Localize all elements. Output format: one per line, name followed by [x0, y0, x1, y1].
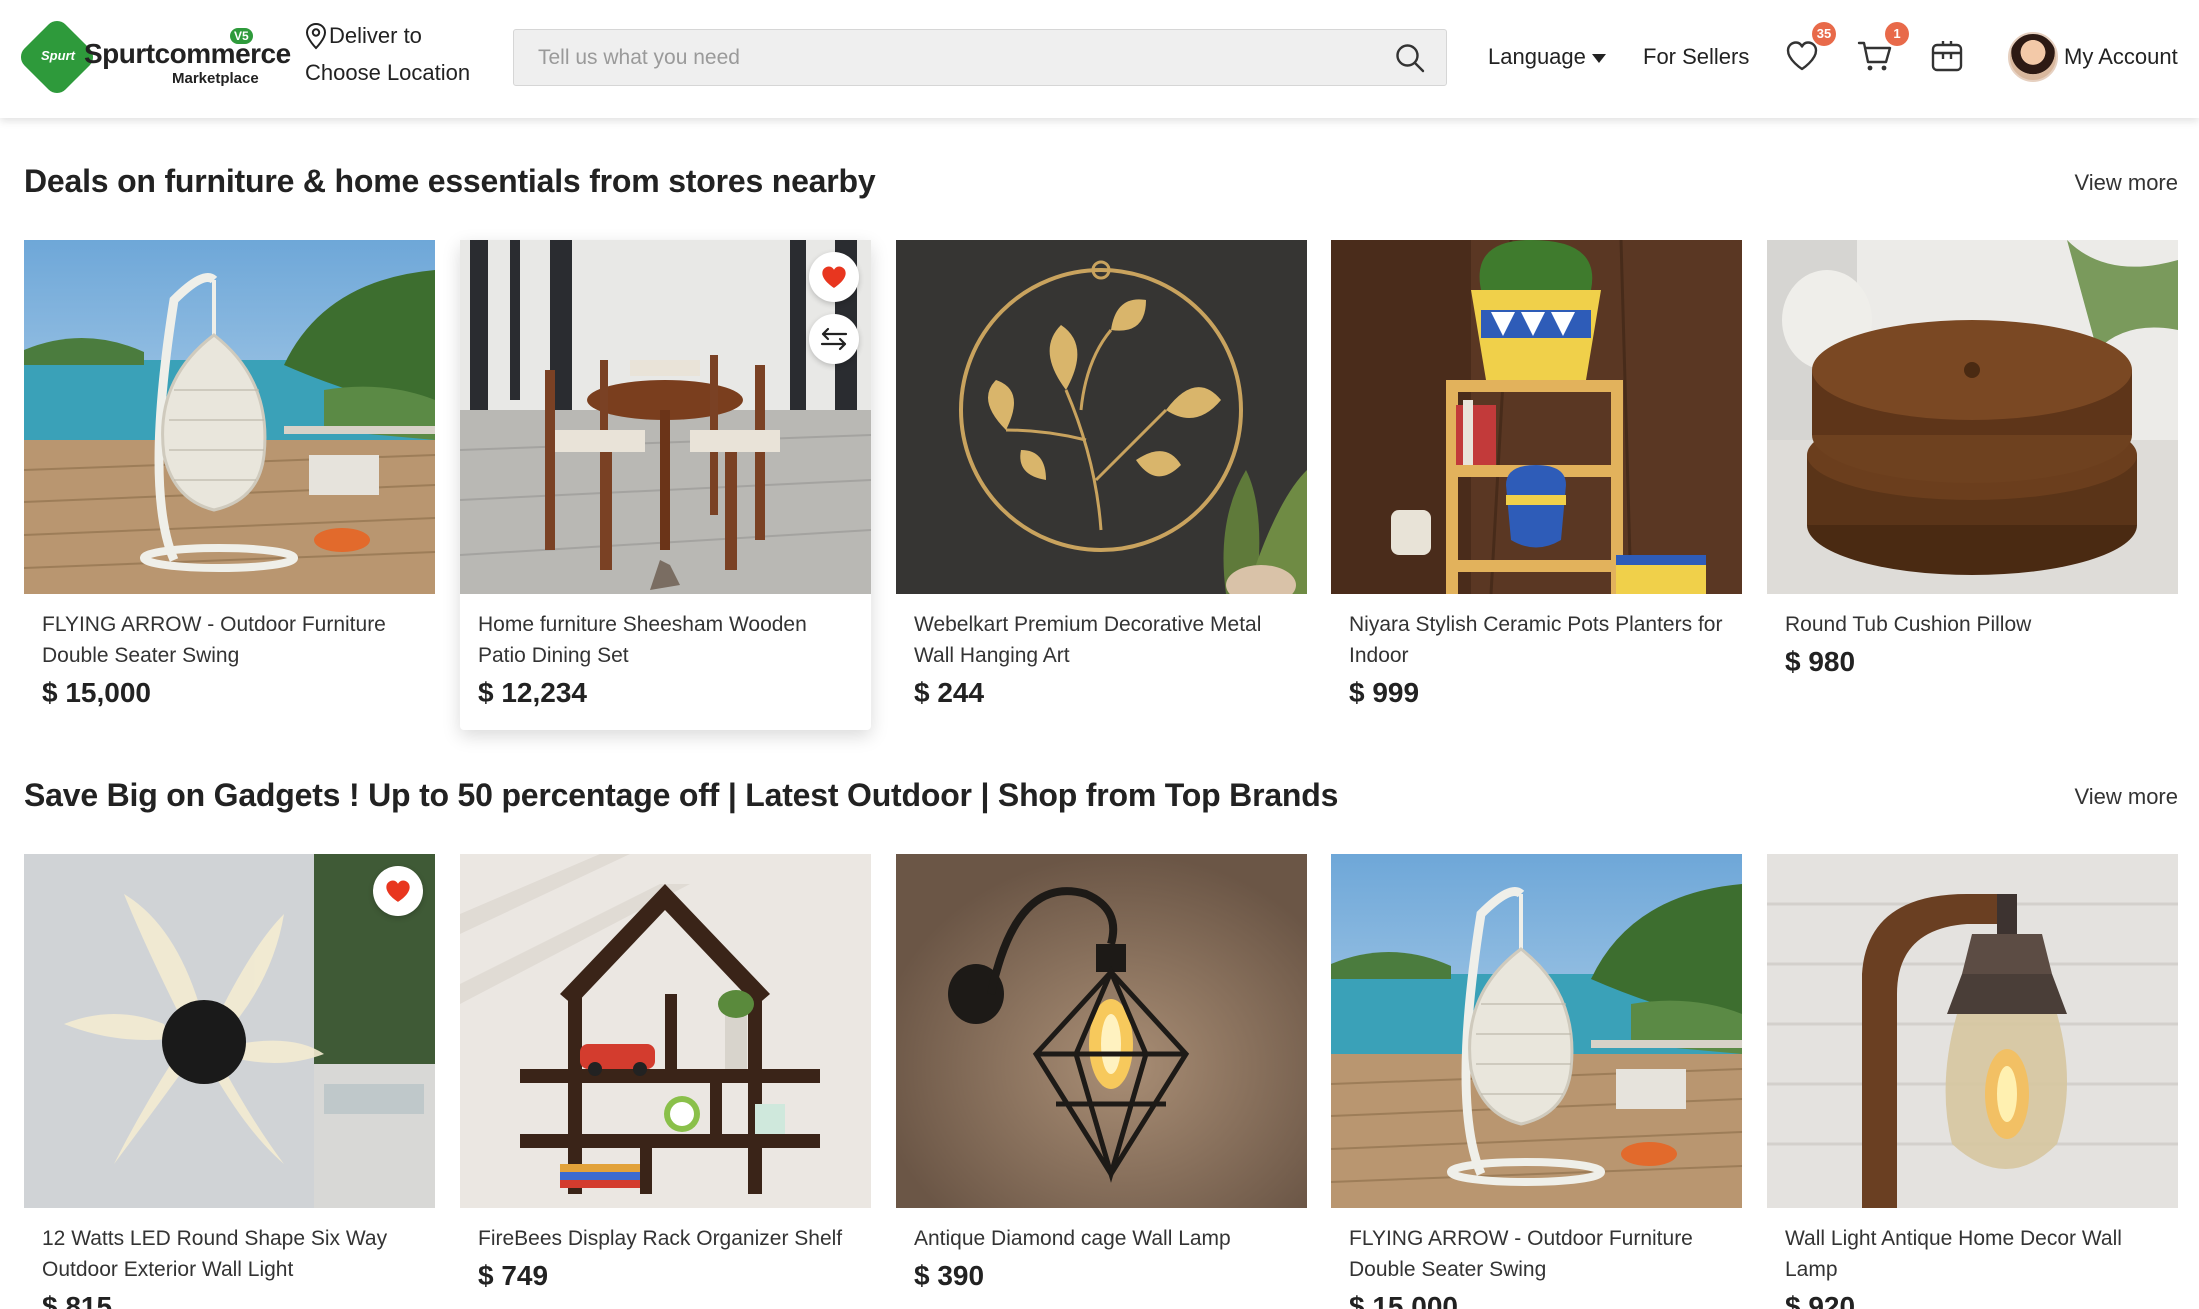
product-image-antique-lamp[interactable]: [1767, 854, 2178, 1208]
product-name[interactable]: FLYING ARROW - Outdoor Furniture Double …: [1349, 1223, 1729, 1285]
search-icon[interactable]: [1394, 42, 1426, 74]
cart-icon: [1857, 41, 1892, 71]
view-more-link[interactable]: View more: [2074, 170, 2178, 196]
product-image-house-shelf[interactable]: [460, 854, 871, 1208]
product-image-cushion[interactable]: [1767, 240, 2178, 594]
box-icon: [1931, 41, 1963, 72]
language-label: Language: [1488, 44, 1586, 69]
heart-icon: [1786, 41, 1818, 71]
product-price: $ 15,000: [1349, 1291, 1458, 1309]
product-image-led-light[interactable]: [24, 854, 435, 1208]
product-card[interactable]: 12 Watts LED Round Shape Six Way Outdoor…: [24, 854, 435, 1309]
deliver-location[interactable]: Deliver to Choose Location: [305, 22, 480, 86]
product-name[interactable]: Niyara Stylish Ceramic Pots Planters for…: [1349, 609, 1729, 671]
product-card[interactable]: Niyara Stylish Ceramic Pots Planters for…: [1331, 240, 1742, 730]
logo-name: Spurtcommerce: [84, 38, 291, 69]
view-more-link[interactable]: View more: [2074, 784, 2178, 810]
product-price: $ 15,000: [42, 677, 151, 708]
product-card[interactable]: Round Tub Cushion Pillow $ 980: [1767, 240, 2178, 730]
orders-button[interactable]: [1929, 38, 1965, 74]
product-card[interactable]: Webelkart Premium Decorative Metal Wall …: [896, 240, 1307, 730]
section-title-furniture: Deals on furniture & home essentials fro…: [24, 163, 876, 199]
wishlist-button[interactable]: 35: [1784, 22, 1836, 74]
product-name[interactable]: Webelkart Premium Decorative Metal Wall …: [914, 609, 1294, 671]
product-image-cage-lamp[interactable]: [896, 854, 1307, 1208]
language-dropdown[interactable]: Language: [1488, 44, 1606, 70]
product-name[interactable]: Wall Light Antique Home Decor Wall Lamp: [1785, 1223, 2165, 1285]
product-name[interactable]: Round Tub Cushion Pillow: [1785, 609, 2165, 640]
product-card[interactable]: FLYING ARROW - Outdoor Furniture Double …: [24, 240, 435, 730]
logo-version-badge: V5: [230, 28, 253, 44]
my-account-link[interactable]: My Account: [2064, 44, 2178, 70]
top-header: Spurt Spurtcommerce Marketplace V5 Deliv…: [0, 0, 2199, 118]
choose-location-link[interactable]: Choose Location: [305, 60, 480, 86]
product-card[interactable]: Antique Diamond cage Wall Lamp $ 390: [896, 854, 1307, 1309]
product-price: $ 999: [1349, 677, 1420, 708]
product-price: $ 390: [914, 1260, 985, 1291]
compare-button[interactable]: [809, 314, 859, 364]
product-name[interactable]: Home furniture Sheesham Wooden Patio Din…: [478, 609, 858, 671]
location-pin-icon: [305, 22, 327, 50]
product-price: $ 920: [1785, 1291, 1856, 1309]
product-card[interactable]: FireBees Display Rack Organizer Shelf $ …: [460, 854, 871, 1309]
product-image-wall-art[interactable]: [896, 240, 1307, 594]
heart-filled-icon: [386, 880, 410, 902]
product-price: $ 244: [914, 677, 985, 708]
product-name[interactable]: 12 Watts LED Round Shape Six Way Outdoor…: [42, 1223, 422, 1285]
product-price: $ 749: [478, 1260, 549, 1291]
wishlist-count-badge: 35: [1812, 22, 1836, 46]
caret-down-icon: [1591, 53, 1606, 63]
product-price: $ 980: [1785, 646, 1856, 677]
favorite-button[interactable]: [809, 252, 859, 302]
product-image-dining-set[interactable]: [460, 240, 871, 594]
cart-count-badge: 1: [1885, 22, 1909, 46]
product-name[interactable]: Antique Diamond cage Wall Lamp: [914, 1223, 1294, 1254]
product-card[interactable]: Home furniture Sheesham Wooden Patio Din…: [460, 240, 871, 730]
product-name[interactable]: FLYING ARROW - Outdoor Furniture Double …: [42, 609, 422, 671]
product-name[interactable]: FireBees Display Rack Organizer Shelf: [478, 1223, 858, 1254]
avatar[interactable]: [2008, 32, 2058, 82]
product-image-swing-chair[interactable]: [1331, 854, 1742, 1208]
product-image-swing-chair[interactable]: [24, 240, 435, 594]
product-card[interactable]: FLYING ARROW - Outdoor Furniture Double …: [1331, 854, 1742, 1309]
product-card[interactable]: Wall Light Antique Home Decor Wall Lamp …: [1767, 854, 2178, 1309]
favorite-button[interactable]: [373, 866, 423, 916]
logo-badge-text: Spurt: [41, 48, 75, 63]
logo-subtitle: Marketplace: [172, 70, 259, 87]
site-logo[interactable]: Spurt Spurtcommerce Marketplace V5: [15, 15, 291, 99]
section-title-gadgets: Save Big on Gadgets ! Up to 50 percentag…: [24, 777, 1339, 813]
for-sellers-link[interactable]: For Sellers: [1643, 44, 1749, 70]
deliver-label: Deliver to: [329, 23, 422, 48]
cart-button[interactable]: 1: [1857, 22, 1909, 74]
product-image-ceramic-pots[interactable]: [1331, 240, 1742, 594]
search-bar: [513, 29, 1447, 86]
swap-arrows-icon: [820, 327, 848, 351]
product-price: $ 12,234: [478, 677, 587, 708]
product-price: $ 815: [42, 1291, 113, 1309]
search-input[interactable]: [514, 30, 1374, 85]
heart-filled-icon: [822, 266, 846, 288]
